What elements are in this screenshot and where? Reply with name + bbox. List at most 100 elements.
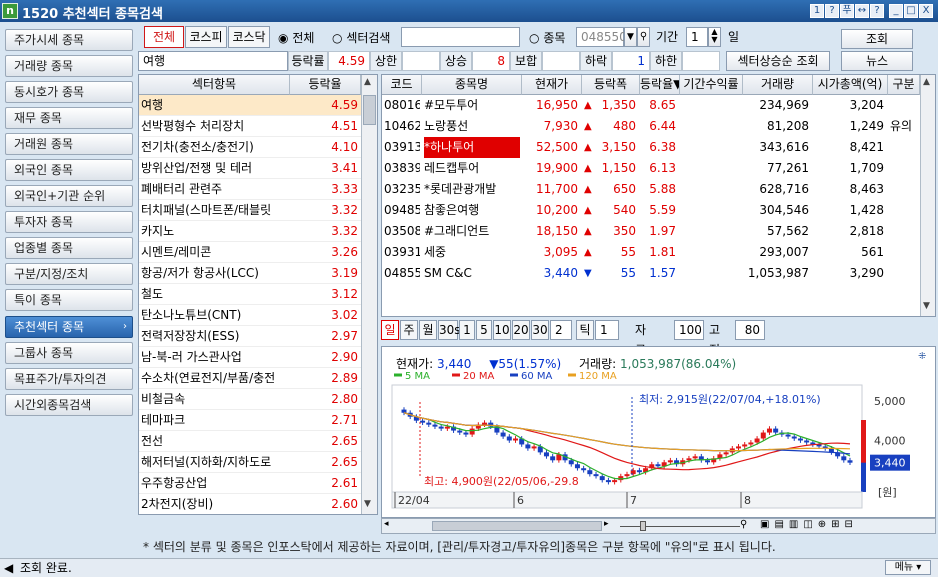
custom-period-input[interactable]: 2	[550, 320, 572, 340]
maximize-button[interactable]: □	[904, 4, 918, 18]
radio-sector-search[interactable]: ○ 섹터검색	[332, 29, 390, 46]
news-button[interactable]: 뉴스	[841, 51, 913, 71]
radio-stock[interactable]: ○ 종목	[529, 29, 565, 46]
table-row[interactable]: 080160 #모두투어 16,950 1,350 8.65 234,969 3,204 ▲	[382, 95, 920, 116]
table-row[interactable]: 039130 *하나투어 52,500 3,150 6.38 343,616 8,421 ▲	[382, 137, 920, 158]
sidebar-item-investor[interactable]: 투자자 종목	[5, 211, 133, 233]
scroll-up-icon[interactable]: ▲	[364, 77, 371, 87]
sidebar-item-finance[interactable]: 재무 종목	[5, 107, 133, 129]
table-row[interactable]: 시멘트/레미콘 3.26	[139, 242, 361, 263]
fixed-input[interactable]: 80	[735, 320, 765, 340]
table-row[interactable]: 전선 2.65	[139, 431, 361, 452]
radio-all[interactable]: ◉ 전체	[278, 29, 314, 46]
table-row[interactable]: 104620 노랑풍선 7,930 480 6.44 81,208 1,249 유의 ▲	[382, 116, 920, 137]
table-row[interactable]: 수소차(연료전지/부품/충전 2.89	[139, 368, 361, 389]
minimize-button[interactable]: _	[889, 4, 903, 18]
sidebar-item-auction[interactable]: 동시호가 종목	[5, 81, 133, 103]
tab-all[interactable]: 전체	[144, 26, 184, 48]
period-day[interactable]: 일	[381, 320, 399, 340]
table-row[interactable]: 해저터널(지하화/지하도로 2.65	[139, 452, 361, 473]
period-week[interactable]: 주	[400, 320, 418, 340]
tick-button[interactable]: 틱	[576, 320, 594, 340]
scroll-up-icon[interactable]: ▲	[923, 77, 930, 87]
zoom-icon[interactable]: ⚲	[740, 519, 747, 530]
table-row[interactable]: 048550 SM C&C 3,440 55 1.57 1,053,987 3,290 ▼	[382, 263, 920, 284]
table-row[interactable]: 폐배터리 관련주 3.33	[139, 179, 361, 200]
table-row[interactable]: 비철금속 2.80	[139, 389, 361, 410]
sidebar-item-designation[interactable]: 구분/지정/조치	[5, 263, 133, 285]
table-row[interactable]: 남-북-러 가스관사업 2.90	[139, 347, 361, 368]
sidebar-item-recommended-sector[interactable]: 추천섹터 종목 ›	[5, 316, 133, 338]
menu-button[interactable]: 메뉴 ▾	[885, 560, 931, 575]
chart-settings-icon[interactable]: ⁜	[918, 351, 926, 362]
table-row[interactable]: 항공/저가 항공사(LCC) 3.19	[139, 263, 361, 284]
resize-button[interactable]: ↔	[855, 4, 869, 18]
table-row[interactable]: 2차전지(장비) 2.60	[139, 494, 361, 514]
table-row[interactable]: 035080 #그래디언트 18,150 350 1.97 57,562 2,818 ▲	[382, 221, 920, 242]
table-row[interactable]: 전력저장장치(ESS) 2.97	[139, 326, 361, 347]
table-row[interactable]: 선박평형수 처리장치 4.51	[139, 116, 361, 137]
table-row[interactable]: 터치패널(스마트폰/태블릿 3.32	[139, 200, 361, 221]
sidebar-item-target-price[interactable]: 목표주가/투자의견	[5, 368, 133, 390]
period-5[interactable]: 5	[476, 320, 492, 340]
table-row[interactable]: 방위산업/전쟁 및 테러 3.41	[139, 158, 361, 179]
table-row[interactable]: 038390 레드캡투어 19,900 1,150 6.13 77,261 1,709 ▲	[382, 158, 920, 179]
table-row[interactable]: 032350 *롯데관광개발 11,700 650 5.88 628,716 8,463 ▲	[382, 179, 920, 200]
scroll-right-icon[interactable]: ▸	[604, 519, 609, 529]
table-row[interactable]: 039310 세중 3,095 55 1.81 293,007 561 ▲	[382, 242, 920, 263]
table-row[interactable]: 여행 4.59	[139, 95, 361, 116]
table-row[interactable]: 우주항공산업 2.61	[139, 473, 361, 494]
font-button[interactable]: 푸	[840, 4, 854, 18]
tab-kospi[interactable]: 코스피	[185, 26, 227, 48]
dropdown-arrow-icon[interactable]: ▼	[624, 27, 637, 47]
candle-body	[531, 446, 537, 449]
query-button[interactable]: 조회	[841, 29, 913, 49]
sidebar-item-foreign[interactable]: 외국인 종목	[5, 159, 133, 181]
scroll-down-icon[interactable]: ▼	[364, 499, 371, 509]
table-row[interactable]: 테마파크 2.71	[139, 410, 361, 431]
sidebar-item-industry[interactable]: 업종별 종목	[5, 237, 133, 259]
period-30s[interactable]: 30s	[438, 320, 461, 340]
table-row[interactable]: 탄소나노튜브(CNT) 3.02	[139, 305, 361, 326]
sidebar-item-broker[interactable]: 거래원 종목	[5, 133, 133, 155]
search-icon[interactable]: ⚲	[637, 27, 650, 47]
scroll-thumb[interactable]	[363, 95, 376, 125]
tab-kosdaq[interactable]: 코스닥	[228, 26, 270, 48]
chart-tool-icons[interactable]: ▣▤▥◫⊕⊞⊟	[760, 519, 858, 530]
info-button[interactable]: ?	[870, 4, 884, 18]
table-row[interactable]: 철도 3.12	[139, 284, 361, 305]
period-input[interactable]: 1	[686, 27, 708, 47]
sector-search-input[interactable]	[401, 27, 520, 47]
sector-rise-query-button[interactable]: 섹터상승순 조회	[726, 51, 830, 71]
scroll-down-icon[interactable]: ▼	[923, 301, 930, 311]
period-stepper[interactable]: ▲ ▼	[708, 27, 721, 47]
table-row[interactable]: 카지노 3.32	[139, 221, 361, 242]
period-30[interactable]: 30	[531, 320, 549, 340]
table-row[interactable]: 전기차(충전소/충전기) 4.10	[139, 137, 361, 158]
close-button[interactable]: X	[919, 4, 933, 18]
sidebar-item-foreign-inst[interactable]: 외국인+기관 순위	[5, 185, 133, 207]
sidebar-item-group[interactable]: 그룹사 종목	[5, 342, 133, 364]
stock-scrollbar[interactable]: ▲ ▼	[920, 75, 935, 316]
sector-scrollbar[interactable]: ▲ ▼	[361, 75, 377, 514]
help-button[interactable]: ?	[825, 4, 839, 18]
zoom-slider[interactable]	[620, 526, 740, 527]
tick-input[interactable]: 1	[595, 320, 619, 340]
period-1[interactable]: 1	[459, 320, 475, 340]
period-20[interactable]: 20	[512, 320, 530, 340]
sidebar-item-special[interactable]: 특이 종목	[5, 289, 133, 311]
scroll-left-icon[interactable]: ◂	[384, 519, 389, 529]
sidebar-item-volume[interactable]: 거래량 종목	[5, 55, 133, 77]
zoom-slider-handle[interactable]	[640, 521, 646, 531]
period-month[interactable]: 월	[419, 320, 437, 340]
table-row[interactable]: 094850 참좋은여행 10,200 540 5.59 304,546 1,428 ▲	[382, 200, 920, 221]
period-10[interactable]: 10	[493, 320, 511, 340]
sidebar-item-after-hours[interactable]: 시간외종목검색	[5, 394, 133, 416]
link-button[interactable]: 1	[810, 4, 824, 18]
chart-scrollbar[interactable]: ◂ ▸ ⚲ ▣▤▥◫⊕⊞⊟	[381, 518, 936, 534]
candle-body	[506, 436, 512, 441]
stock-code-input[interactable]: 048550	[576, 27, 627, 47]
sidebar-item-price[interactable]: 주가시세 종목	[5, 29, 133, 51]
data-count-input[interactable]: 100	[674, 320, 704, 340]
scroll-thumb[interactable]	[432, 521, 602, 531]
